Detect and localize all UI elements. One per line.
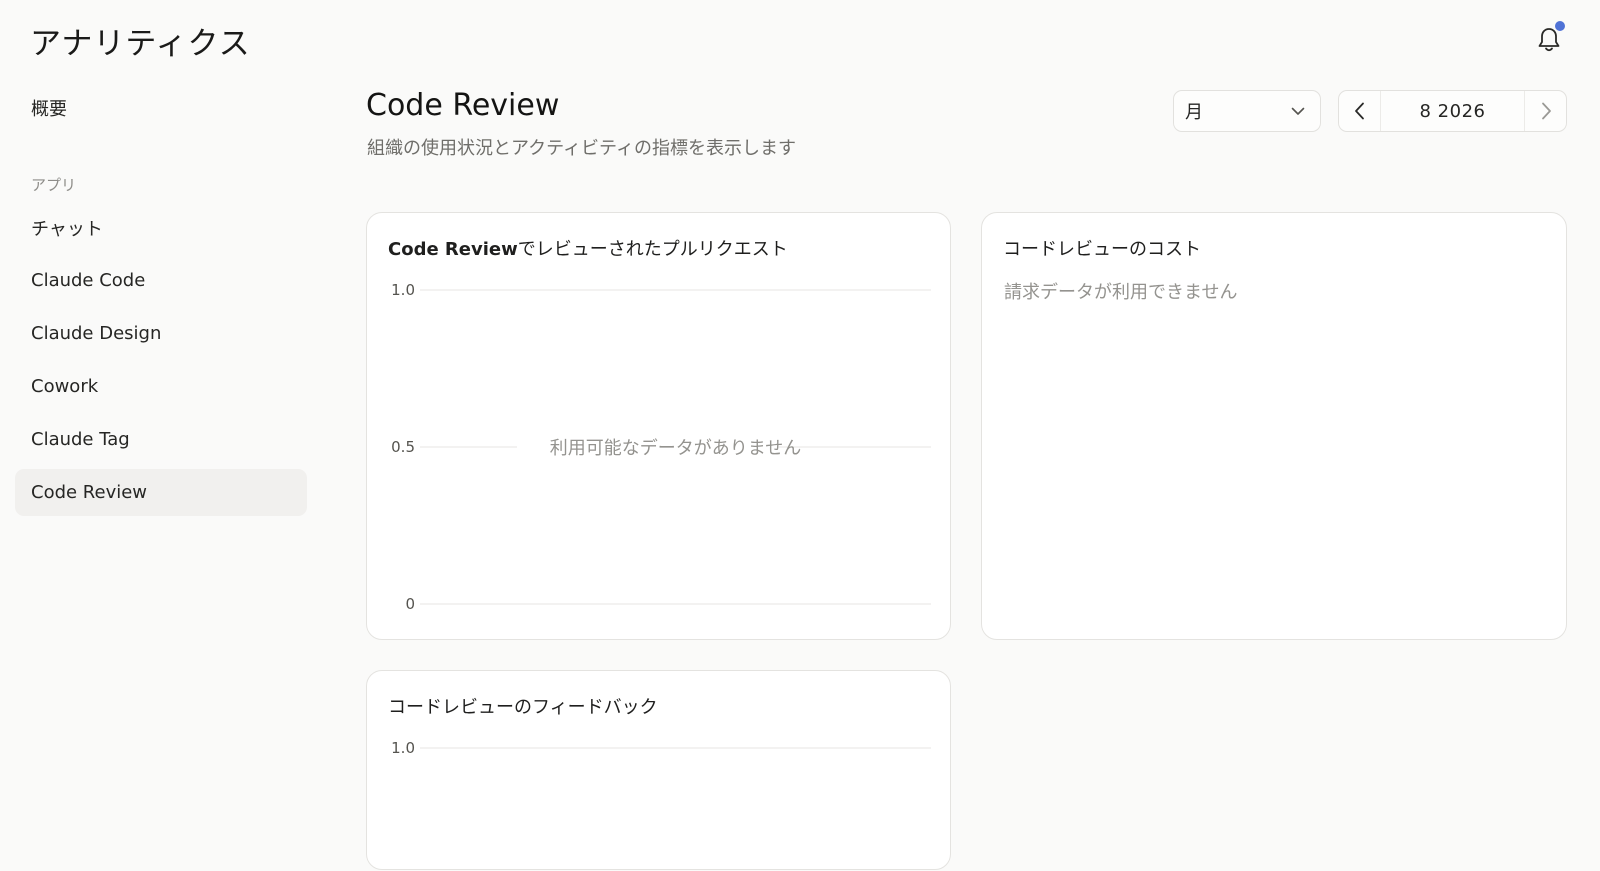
sidebar-item-claude-tag[interactable]: Claude Tag (15, 416, 307, 463)
sidebar-item-cowork[interactable]: Cowork (15, 363, 307, 410)
chevron-down-icon (1291, 107, 1305, 115)
sidebar-item-claude-code[interactable]: Claude Code (15, 257, 307, 304)
date-navigator: 8 2026 (1338, 90, 1567, 132)
y-tick-label: 1.0 (391, 281, 415, 299)
next-period-button[interactable] (1524, 91, 1566, 131)
sidebar: 概要 アプリ チャット Claude Code Claude Design Co… (15, 84, 307, 522)
y-tick-label: 1.0 (391, 739, 415, 757)
chevron-right-icon (1541, 102, 1551, 120)
sidebar-section-apps: アプリ (31, 176, 77, 194)
billing-unavailable-message: 請求データが利用できません (1004, 282, 1238, 303)
sidebar-item-overview[interactable]: 概要 (15, 84, 307, 131)
page-title: Code Review (366, 88, 560, 123)
y-tick-label: 0.5 (391, 438, 415, 456)
y-tick-label: 0 (405, 595, 415, 613)
previous-period-button[interactable] (1339, 91, 1381, 131)
review-cost-card: コードレビューのコスト 請求データが利用できません (981, 212, 1567, 640)
chevron-left-icon (1354, 102, 1364, 120)
sidebar-item-code-review[interactable]: Code Review (15, 469, 307, 516)
current-period-label: 8 2026 (1419, 100, 1486, 122)
reviewed-prs-chart: 1.0 0.5 0 利用可能なデータがありません (391, 281, 931, 613)
page-subtitle: 組織の使用状況とアクティビティの指標を表示します (367, 138, 796, 159)
period-select-value: 月 (1185, 102, 1203, 123)
review-feedback-chart: 1.0 (391, 739, 931, 757)
notification-badge (1555, 21, 1565, 31)
reviewed-prs-card: Code Reviewでレビューされたプルリクエスト 1.0 0.5 0 利用可能なデ… (366, 212, 951, 640)
app-title: アナリティクス (30, 26, 251, 62)
sidebar-item-chat[interactable]: チャット (15, 204, 307, 251)
period-select[interactable]: 月 (1173, 90, 1321, 132)
no-data-message: 利用可能なデータがありません (550, 438, 801, 459)
notifications-button[interactable] (1536, 21, 1565, 54)
review-feedback-card: コードレビューのフィードバック 1.0 (366, 670, 951, 870)
review-cost-card-title: コードレビューのコスト (1003, 239, 1201, 260)
sidebar-item-claude-design[interactable]: Claude Design (15, 310, 307, 357)
